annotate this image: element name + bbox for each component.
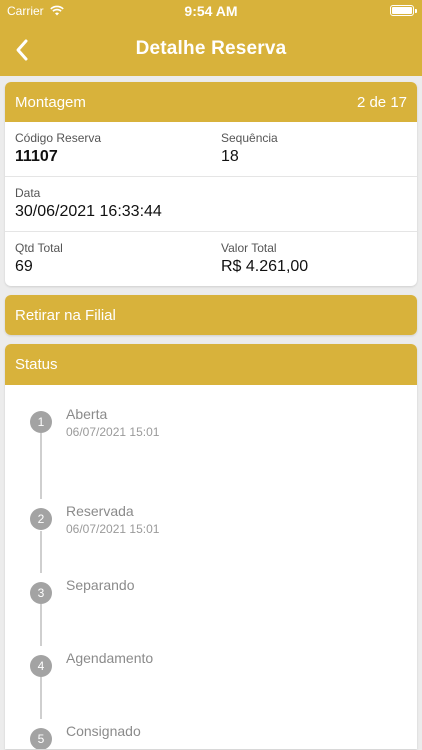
retirar-header[interactable]: Retirar na Filial [5,295,417,335]
sequencia-label: Sequência [221,131,278,145]
data-value: 30/06/2021 16:33:44 [15,203,162,220]
step-date: 06/07/2021 15:01 [66,522,160,536]
data-label: Data [15,186,41,200]
step-number-badge: 2 [30,508,52,530]
status-timeline: 1 Aberta 06/07/2021 15:01 2 Reservada 06… [5,385,417,749]
page-indicator: 2 de 17 [356,94,407,111]
battery-icon [390,5,417,16]
step-number-badge: 5 [30,728,52,749]
codigo-label: Código Reserva [15,131,102,145]
retirar-card[interactable]: Retirar na Filial [5,295,417,335]
retirar-label: Retirar na Filial [15,307,116,324]
qtd-label: Qtd Total [15,241,63,255]
step-date: 06/07/2021 15:01 [66,425,160,439]
status-bar: Carrier 9:54 AM [0,0,422,22]
page-title: Detalhe Reserva [135,38,287,59]
montagem-card: Montagem 2 de 17 Código Reserva 11107 Se… [5,82,417,286]
step-name: Agendamento [66,650,154,666]
codigo-value: 11107 [15,148,58,165]
status-title: Status [15,356,58,373]
step-name: Separando [66,577,135,593]
clock: 9:54 AM [184,3,238,19]
step-number-badge: 1 [30,411,52,433]
sequencia-value: 18 [221,148,239,165]
status-card: Status 1 Aberta 06/07/2021 15:01 2 Reser… [5,344,417,749]
status-card-header: Status [5,344,417,385]
info-row-data: Data 30/06/2021 16:33:44 [5,177,417,232]
info-row-totals: Qtd Total 69 Valor Total R$ 4.261,00 [5,232,417,286]
step-number-badge: 3 [30,582,52,604]
montagem-card-header: Montagem 2 de 17 [5,82,417,122]
app-header: Carrier 9:54 AM Detalhe Reserva [0,0,422,76]
valor-value: R$ 4.261,00 [221,258,309,275]
step-name: Consignado [66,723,141,739]
timeline-connector [40,604,42,646]
info-row-codigo: Código Reserva 11107 Sequência 18 [5,122,417,177]
step-name: Reservada [66,503,134,519]
step-number-badge: 4 [30,655,52,677]
qtd-value: 69 [15,258,33,275]
timeline-connector [40,677,42,719]
timeline-connector [40,433,42,499]
montagem-title: Montagem [15,94,86,111]
timeline-connector [40,531,42,573]
step-name: Aberta [66,406,108,422]
valor-label: Valor Total [221,241,277,255]
